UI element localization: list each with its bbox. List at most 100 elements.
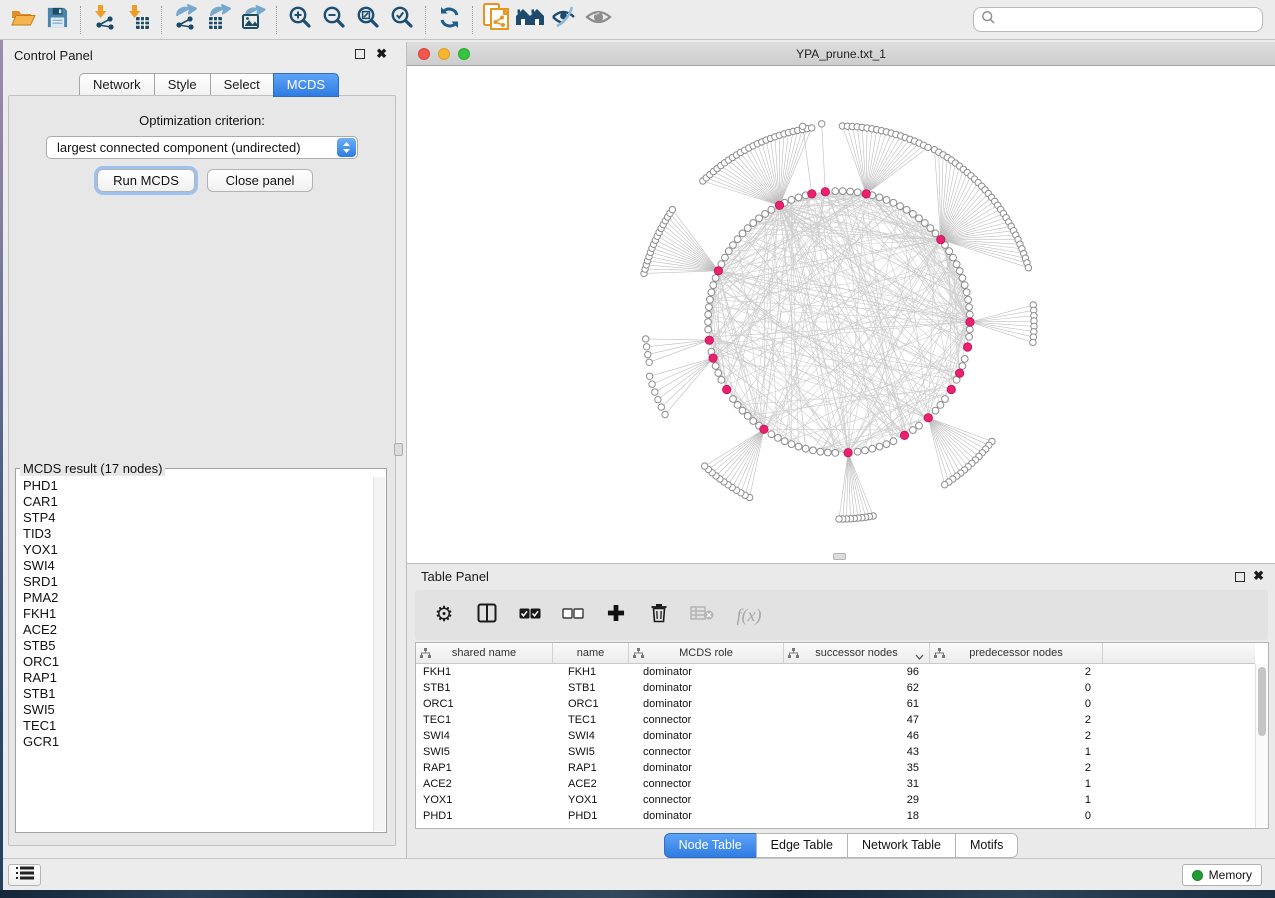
mcds-result-item[interactable]: STP4 bbox=[23, 510, 373, 526]
cell-successor-nodes[interactable]: 43 bbox=[784, 744, 930, 760]
import-table-button[interactable] bbox=[121, 4, 155, 36]
cell-shared-name[interactable]: PHD1 bbox=[416, 808, 553, 824]
mcds-result-item[interactable]: FKH1 bbox=[23, 606, 373, 622]
cell-predecessor-nodes[interactable]: 0 bbox=[930, 808, 1103, 824]
save-session-button[interactable] bbox=[40, 4, 74, 36]
cell-successor-nodes[interactable]: 62 bbox=[784, 680, 930, 696]
cell-successor-nodes[interactable]: 47 bbox=[784, 712, 930, 728]
table-row[interactable]: FKH1FKH1dominator962 bbox=[416, 664, 1255, 680]
network-titlebar[interactable]: YPA_prune.txt_1 bbox=[407, 42, 1275, 66]
cell-successor-nodes[interactable]: 31 bbox=[784, 776, 930, 792]
cell-MCDS-role[interactable]: dominator bbox=[629, 680, 784, 696]
vertical-splitter-handle[interactable] bbox=[394, 443, 403, 456]
cell-successor-nodes[interactable]: 61 bbox=[784, 696, 930, 712]
mcds-result-item[interactable]: SWI4 bbox=[23, 558, 373, 574]
tab-style[interactable]: Style bbox=[154, 73, 211, 97]
cell-predecessor-nodes[interactable]: 1 bbox=[930, 776, 1103, 792]
table-scrollbar-thumb[interactable] bbox=[1258, 667, 1266, 736]
cell-MCDS-role[interactable]: dominator bbox=[629, 760, 784, 776]
memory-button[interactable]: Memory bbox=[1182, 864, 1262, 886]
table-row[interactable]: SWI5SWI5connector431 bbox=[416, 744, 1255, 760]
mcds-result-item[interactable]: STB1 bbox=[23, 686, 373, 702]
cell-predecessor-nodes[interactable]: 2 bbox=[930, 664, 1103, 680]
cell-predecessor-nodes[interactable]: 0 bbox=[930, 680, 1103, 696]
cell-successor-nodes[interactable]: 96 bbox=[784, 664, 930, 680]
cell-predecessor-nodes[interactable]: 1 bbox=[930, 792, 1103, 808]
cell-name[interactable]: ORC1 bbox=[553, 696, 629, 712]
table-row[interactable]: STB1STB1dominator620 bbox=[416, 680, 1255, 696]
table-row[interactable]: ORC1ORC1dominator610 bbox=[416, 696, 1255, 712]
cell-MCDS-role[interactable]: dominator bbox=[629, 664, 784, 680]
cell-name[interactable]: SWI4 bbox=[553, 728, 629, 744]
show-all-button[interactable] bbox=[581, 4, 615, 36]
cell-predecessor-nodes[interactable]: 2 bbox=[930, 712, 1103, 728]
criterion-dropdown[interactable]: largest connected component (undirected) bbox=[46, 136, 358, 159]
tab-select[interactable]: Select bbox=[210, 73, 274, 97]
tab-network[interactable]: Network bbox=[79, 73, 155, 97]
run-mcds-button[interactable]: Run MCDS bbox=[97, 169, 195, 192]
network-canvas[interactable] bbox=[407, 66, 1275, 563]
tab-network-table[interactable]: Network Table bbox=[847, 833, 956, 858]
table-settings-button[interactable]: ⚙ bbox=[431, 602, 457, 628]
table-row[interactable]: ACE2ACE2connector311 bbox=[416, 776, 1255, 792]
cell-name[interactable]: TEC1 bbox=[553, 712, 629, 728]
column-header-shared-name[interactable]: shared name bbox=[416, 643, 553, 663]
cell-name[interactable]: STB1 bbox=[553, 680, 629, 696]
column-header-name[interactable]: name bbox=[553, 643, 629, 663]
hide-selected-button[interactable] bbox=[547, 4, 581, 36]
cell-name[interactable]: PHD1 bbox=[553, 808, 629, 824]
cell-shared-name[interactable]: SWI5 bbox=[416, 744, 553, 760]
cell-MCDS-role[interactable]: connector bbox=[629, 792, 784, 808]
cell-shared-name[interactable]: ACE2 bbox=[416, 776, 553, 792]
cell-name[interactable]: RAP1 bbox=[553, 760, 629, 776]
column-header-MCDS-role[interactable]: MCDS role bbox=[629, 643, 784, 663]
cell-MCDS-role[interactable]: connector bbox=[629, 744, 784, 760]
table-row[interactable]: PHD1PHD1dominator180 bbox=[416, 808, 1255, 824]
mcds-result-item[interactable]: CAR1 bbox=[23, 494, 373, 510]
mcds-result-item[interactable]: GCR1 bbox=[23, 734, 373, 750]
cell-shared-name[interactable]: TEC1 bbox=[416, 712, 553, 728]
zoom-selected-button[interactable] bbox=[385, 4, 419, 36]
mcds-result-item[interactable]: STB5 bbox=[23, 638, 373, 654]
export-table-button[interactable] bbox=[202, 4, 236, 36]
network-graph[interactable] bbox=[407, 66, 1275, 563]
cell-name[interactable]: ACE2 bbox=[553, 776, 629, 792]
search-input[interactable] bbox=[996, 13, 1262, 27]
mcds-result-item[interactable]: TID3 bbox=[23, 526, 373, 542]
mcds-result-item[interactable]: RAP1 bbox=[23, 670, 373, 686]
zoom-out-button[interactable] bbox=[317, 4, 351, 36]
toolbar-search[interactable] bbox=[973, 7, 1263, 32]
column-header-predecessor-nodes[interactable]: predecessor nodes bbox=[930, 643, 1103, 663]
cell-MCDS-role[interactable]: dominator bbox=[629, 728, 784, 744]
table-row[interactable]: RAP1RAP1dominator352 bbox=[416, 760, 1255, 776]
cell-MCDS-role[interactable]: connector bbox=[629, 712, 784, 728]
cell-MCDS-role[interactable]: dominator bbox=[629, 808, 784, 824]
float-window-icon[interactable] bbox=[1235, 572, 1245, 582]
close-panel-button[interactable]: Close panel bbox=[207, 169, 313, 192]
cell-predecessor-nodes[interactable]: 0 bbox=[930, 696, 1103, 712]
mcds-result-item[interactable]: PMA2 bbox=[23, 590, 373, 606]
mcds-result-item[interactable]: TEC1 bbox=[23, 718, 373, 734]
cell-successor-nodes[interactable]: 18 bbox=[784, 808, 930, 824]
table-row[interactable]: TEC1TEC1connector472 bbox=[416, 712, 1255, 728]
table-row[interactable]: YOX1YOX1connector291 bbox=[416, 792, 1255, 808]
cell-shared-name[interactable]: STB1 bbox=[416, 680, 553, 696]
mcds-result-item[interactable]: PHD1 bbox=[23, 478, 373, 494]
network-overview-button[interactable] bbox=[513, 4, 547, 36]
zoom-in-button[interactable] bbox=[283, 4, 317, 36]
cell-predecessor-nodes[interactable]: 1 bbox=[930, 744, 1103, 760]
table-scrollbar[interactable] bbox=[1255, 664, 1268, 828]
horizontal-splitter-handle[interactable] bbox=[833, 553, 846, 560]
zoom-fit-button[interactable] bbox=[351, 4, 385, 36]
tab-mcds[interactable]: MCDS bbox=[273, 73, 339, 97]
cell-name[interactable]: FKH1 bbox=[553, 664, 629, 680]
cell-name[interactable]: YOX1 bbox=[553, 792, 629, 808]
open-session-button[interactable] bbox=[6, 4, 40, 36]
mcds-result-item[interactable]: SRD1 bbox=[23, 574, 373, 590]
automation-panel-button[interactable] bbox=[8, 864, 41, 886]
float-window-icon[interactable] bbox=[355, 49, 365, 59]
mcds-list-scrollbar[interactable] bbox=[373, 477, 385, 831]
cell-shared-name[interactable]: ORC1 bbox=[416, 696, 553, 712]
column-header-successor-nodes[interactable]: successor nodes bbox=[784, 643, 930, 663]
import-network-button[interactable] bbox=[87, 4, 121, 36]
